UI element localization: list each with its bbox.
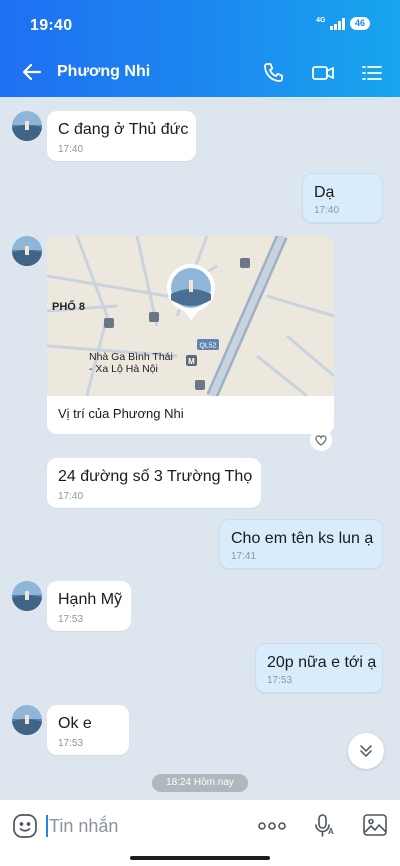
message-bubble-incoming[interactable]: 24 đường số 3 Trường Thọ 17:40 <box>47 458 261 508</box>
map-area-label: PHỐ 8 <box>52 299 85 313</box>
menu-list-icon[interactable] <box>360 61 384 85</box>
location-message[interactable]: QL52 PHỐ 8 Nhà Ga Bình Thái - Xa Lộ Hà N… <box>47 236 334 434</box>
message-bubble-incoming[interactable]: Ok e 17:53 <box>47 705 129 755</box>
previous-message-bubble <box>260 97 383 100</box>
message-text: Hạnh Mỹ <box>58 591 123 608</box>
avatar[interactable] <box>12 111 42 141</box>
battery-level: 46 <box>349 17 370 30</box>
map-road-label: QL52 <box>199 343 216 350</box>
phone-icon[interactable] <box>262 61 286 85</box>
message-text: Ok e <box>58 715 92 732</box>
message-input[interactable]: Tin nhắn <box>49 816 118 837</box>
message-time: 17:40 <box>314 205 340 216</box>
status-indicators: 4G 46 <box>316 17 370 30</box>
contact-name[interactable]: Phương Nhi <box>57 63 150 81</box>
message-bubble-incoming[interactable]: Hạnh Mỹ 17:53 <box>47 581 131 631</box>
svg-text:A: A <box>328 827 334 836</box>
avatar[interactable] <box>12 705 42 735</box>
status-time: 19:40 <box>30 17 73 34</box>
location-caption: Vị trí của Phương Nhi <box>58 406 184 421</box>
image-icon[interactable] <box>362 813 388 837</box>
sticker-icon[interactable] <box>12 813 38 839</box>
message-time: 17:40 <box>58 491 84 502</box>
avatar[interactable] <box>12 236 42 266</box>
scroll-to-bottom-icon[interactable] <box>348 733 384 769</box>
message-time: 17:40 <box>58 144 84 155</box>
message-time: 17:53 <box>58 738 84 749</box>
message-time: 17:53 <box>58 614 84 625</box>
message-text: C đang ở Thủ đức <box>58 121 189 138</box>
message-text: 20p nữa e tới ạ <box>267 654 377 671</box>
message-bubble-outgoing[interactable]: 20p nữa e tới ạ 17:53 <box>255 643 383 693</box>
message-text: Dạ <box>314 184 335 201</box>
home-indicator <box>130 856 270 860</box>
message-bubble-incoming[interactable]: C đang ở Thủ đức 17:40 <box>47 111 196 161</box>
message-list[interactable]: C đang ở Thủ đức 17:40 Dạ 17:40 QL52 PHỐ… <box>0 97 400 799</box>
time-separator: 18:24 Hôm nay <box>152 774 248 792</box>
signal-icon <box>330 17 345 30</box>
chat-header: 19:40 4G 46 Phương Nhi <box>0 0 400 97</box>
arrow-left-icon[interactable] <box>20 60 44 84</box>
message-text: Cho em tên ks lun ạ <box>231 530 374 547</box>
message-time: 17:41 <box>231 551 257 562</box>
message-time: 17:53 <box>267 675 293 686</box>
avatar[interactable] <box>12 581 42 611</box>
more-icon[interactable] <box>258 820 286 832</box>
network-type: 4G <box>316 17 326 24</box>
message-bubble-outgoing[interactable]: Dạ 17:40 <box>302 173 383 223</box>
message-text: 24 đường số 3 Trường Thọ <box>58 468 253 485</box>
text-caret <box>46 815 48 837</box>
video-call-icon[interactable] <box>311 61 335 85</box>
message-bubble-outgoing[interactable]: Cho em tên ks lun ạ 17:41 <box>219 519 383 569</box>
map-preview[interactable]: QL52 PHỐ 8 Nhà Ga Bình Thái - Xa Lộ Hà N… <box>47 236 334 396</box>
heart-icon[interactable] <box>310 429 332 451</box>
map-station-label: Nhà Ga Bình Thái <box>89 351 173 363</box>
map-station-label-2: - Xa Lộ Hà Nội <box>89 363 158 375</box>
svg-text:M: M <box>188 357 195 366</box>
voice-input-icon[interactable]: A <box>313 813 337 839</box>
